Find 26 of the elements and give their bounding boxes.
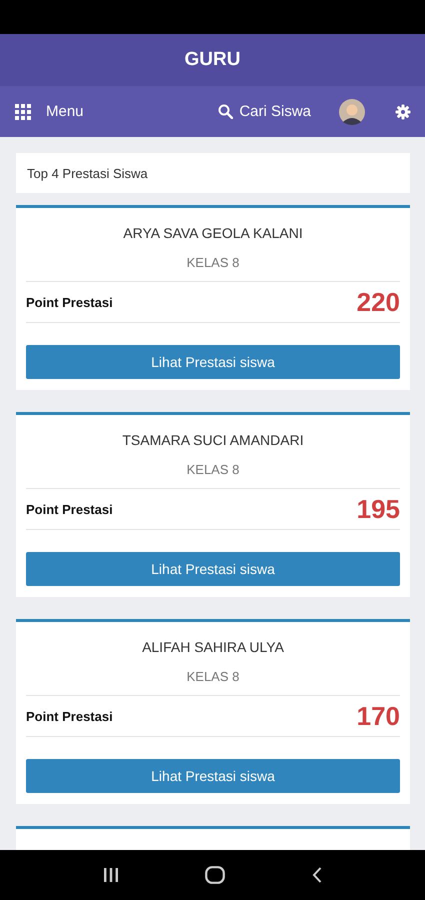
student-name: TSAMARA SUCI AMANDARI	[121, 431, 305, 450]
points-value: 220	[356, 286, 400, 318]
student-class: KELAS 8	[26, 657, 400, 696]
section-title: Top 4 Prestasi Siswa	[27, 166, 148, 180]
view-achievements-button[interactable]: Lihat Prestasi siswa	[26, 345, 400, 379]
student-class: KELAS 8	[26, 243, 400, 282]
grid-icon	[15, 104, 31, 120]
app-title: GURU	[184, 49, 240, 71]
search-icon	[218, 104, 234, 119]
points-label: Point Prestasi	[26, 502, 113, 516]
student-name: ARYA SAVA GEOLA KALANI	[122, 224, 304, 243]
back-icon[interactable]	[312, 867, 322, 883]
menu-button[interactable]: Menu	[15, 103, 84, 120]
points-label: Point Prestasi	[26, 294, 113, 310]
search-button[interactable]: Cari Siswa	[218, 103, 311, 120]
home-icon[interactable]	[205, 866, 226, 884]
student-name: ALIFAH SAHIRA ULYA	[141, 638, 285, 657]
avatar-icon[interactable]	[339, 98, 365, 124]
points-label: Point Prestasi	[26, 708, 113, 724]
view-achievements-button[interactable]: Lihat Prestasi siswa	[26, 552, 400, 586]
points-value: 170	[356, 700, 400, 732]
recent-apps-icon[interactable]	[103, 868, 120, 882]
settings-icon[interactable]	[395, 104, 411, 120]
points-value: 195	[356, 494, 400, 524]
view-achievements-button[interactable]: Lihat Prestasi siswa	[26, 759, 400, 793]
student-class: KELAS 8	[26, 450, 400, 489]
